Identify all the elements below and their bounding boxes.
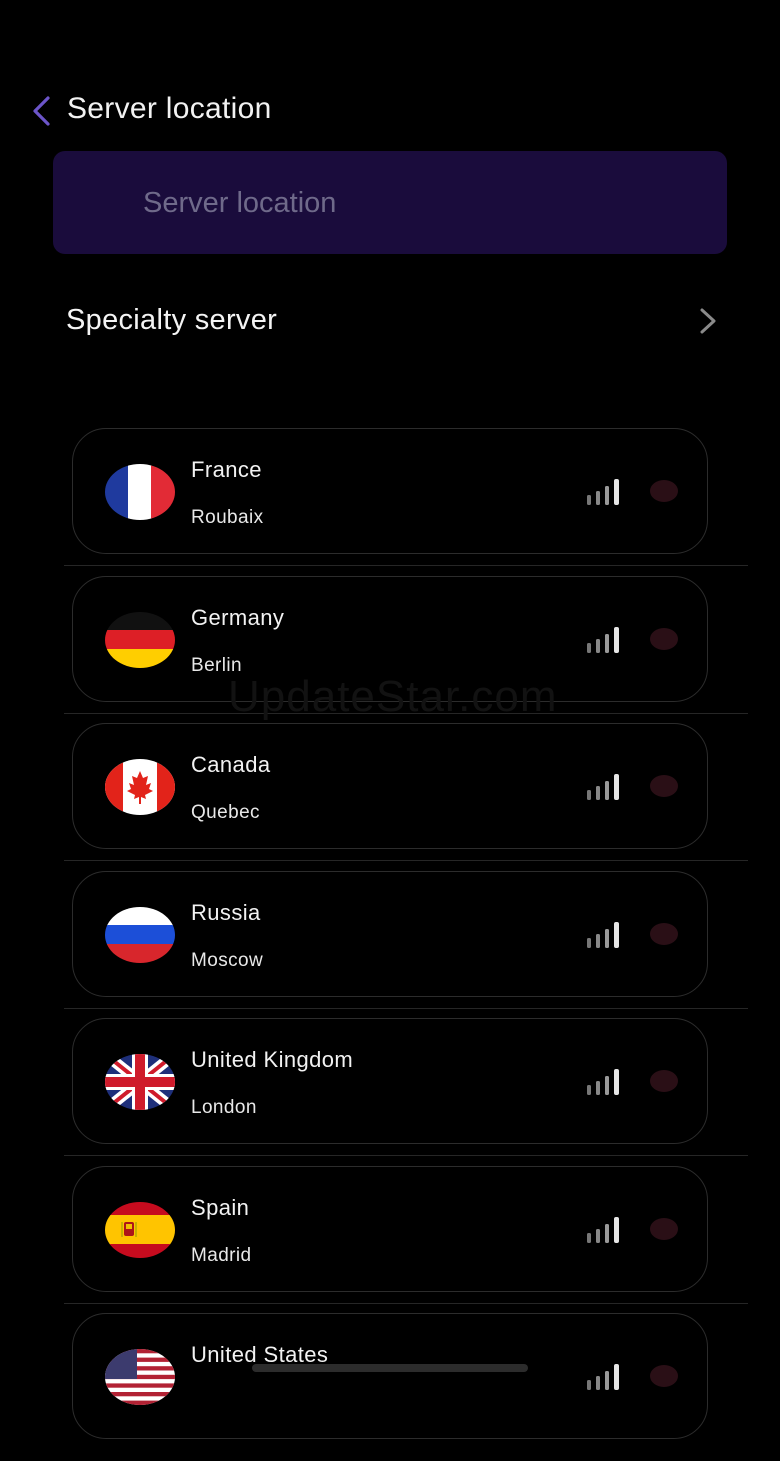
city-name: Madrid: [191, 1244, 252, 1266]
city-name: Moscow: [191, 949, 264, 971]
server-item-russia[interactable]: Russia Moscow: [72, 870, 708, 997]
list-item: Germany Berlin: [0, 575, 780, 724]
list-item: Canada Quebec: [0, 723, 780, 871]
signal-strength-icon: [587, 626, 619, 653]
server-item-canada[interactable]: Canada Quebec: [72, 723, 708, 849]
divider: [64, 1007, 748, 1009]
list-item: France Roubaix: [0, 428, 780, 576]
flag-canada-icon: [105, 759, 175, 815]
server-item-united-kingdom[interactable]: United Kingdom London: [72, 1018, 708, 1144]
search-input[interactable]: [141, 179, 685, 227]
select-radio[interactable]: [650, 775, 678, 797]
home-indicator[interactable]: [252, 1364, 528, 1372]
select-radio[interactable]: [650, 480, 678, 502]
divider: [64, 1302, 748, 1304]
server-item-germany[interactable]: Germany Berlin: [72, 575, 708, 702]
country-name: Canada: [191, 752, 271, 777]
signal-strength-icon: [587, 774, 619, 800]
chevron-right-icon: [700, 308, 716, 334]
country-name: Germany: [191, 604, 285, 630]
list-item: United Kingdom London: [0, 1018, 780, 1166]
search-box[interactable]: [53, 151, 727, 254]
specialty-server-row[interactable]: Specialty server: [0, 286, 780, 358]
signal-strength-icon: [587, 1069, 619, 1095]
chevron-left-icon: [33, 96, 50, 126]
specialty-server-label: Specialty server: [66, 304, 278, 336]
divider: [64, 712, 748, 714]
select-radio[interactable]: [650, 1217, 678, 1240]
city-name: Roubaix: [191, 507, 264, 528]
server-list: France Roubaix Germany Berlin Canada Que…: [0, 428, 780, 1461]
city-name: Berlin: [191, 654, 242, 676]
city-name: Quebec: [191, 802, 260, 823]
flag-russia-icon: [105, 906, 175, 963]
country-name: France: [191, 457, 262, 482]
page-title: Server location: [67, 92, 272, 125]
flag-spain-icon: [105, 1201, 175, 1258]
divider: [64, 565, 748, 566]
flag-uk-icon: [105, 1054, 175, 1110]
server-item-united-states[interactable]: United States: [72, 1313, 708, 1439]
select-radio[interactable]: [650, 1070, 678, 1092]
select-radio[interactable]: [650, 1365, 678, 1387]
signal-strength-icon: [587, 1216, 619, 1243]
list-item: Russia Moscow: [0, 870, 780, 1019]
country-name: Spain: [191, 1194, 250, 1220]
server-item-spain[interactable]: Spain Madrid: [72, 1165, 708, 1292]
flag-france-icon: [105, 464, 175, 520]
signal-strength-icon: [587, 479, 619, 505]
select-radio[interactable]: [650, 922, 678, 945]
server-item-france[interactable]: France Roubaix: [72, 428, 708, 554]
divider: [64, 1155, 748, 1156]
flag-usa-icon: [105, 1349, 175, 1405]
header: Server location: [0, 78, 780, 144]
back-button[interactable]: [28, 94, 58, 128]
signal-strength-icon: [587, 921, 619, 948]
country-name: United Kingdom: [191, 1047, 354, 1072]
country-name: Russia: [191, 899, 261, 925]
select-radio[interactable]: [650, 627, 678, 650]
signal-strength-icon: [587, 1364, 619, 1390]
flag-germany-icon: [105, 611, 175, 668]
city-name: London: [191, 1097, 257, 1118]
divider: [64, 860, 748, 861]
list-item: Spain Madrid: [0, 1165, 780, 1314]
